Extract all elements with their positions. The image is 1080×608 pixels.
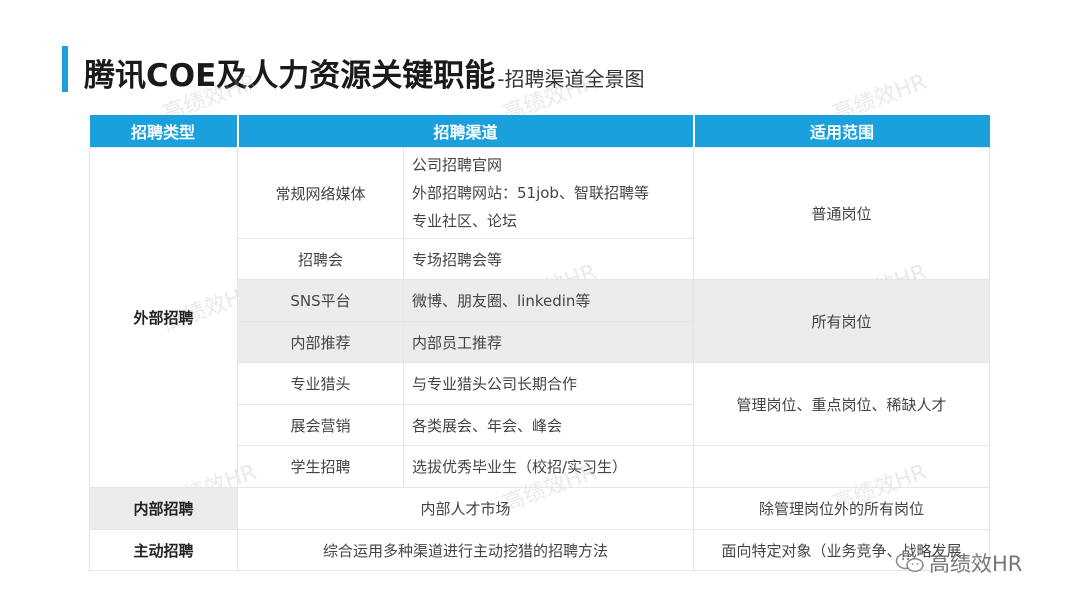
channel-name: 内部推荐 xyxy=(237,321,404,363)
type-cell-internal: 内部招聘 xyxy=(89,487,238,530)
channel-details: 微博、朋友圈、linkedin等 xyxy=(402,279,695,322)
scope-cell: 所有岗位 xyxy=(693,279,991,363)
header-channel: 招聘渠道 xyxy=(237,115,695,148)
title-accent-bar xyxy=(62,46,68,92)
scope-cell: 普通岗位 xyxy=(693,147,991,280)
table-row: 外部招聘 常规网络媒体 公司招聘官网 外部招聘网站：51job、智联招聘等 专业… xyxy=(89,147,991,488)
channel-details: 各类展会、年会、峰会 xyxy=(402,404,695,446)
table-row: 主动招聘 综合运用多种渠道进行主动挖猎的招聘方法 面向特定对象（业务竞争、战略发… xyxy=(89,529,991,571)
channel-details: 专场招聘会等 xyxy=(402,238,695,280)
header-type: 招聘类型 xyxy=(89,115,239,148)
channel-name: SNS平台 xyxy=(237,279,404,322)
table-row: 内部招聘 内部人才市场 除管理岗位外的所有岗位 xyxy=(89,487,991,530)
channel-internal: 内部人才市场 xyxy=(236,487,695,530)
detail-line: 公司招聘官网 xyxy=(412,156,503,174)
header-scope: 适用范围 xyxy=(693,115,990,148)
footer-brand: 高绩效HR xyxy=(895,548,1022,578)
detail-line: 专业社区、论坛 xyxy=(412,212,518,230)
table-header-row: 招聘类型 招聘渠道 适用范围 xyxy=(89,115,990,148)
channel-details: 内部员工推荐 xyxy=(402,321,695,363)
recruitment-channel-table: 招聘类型 招聘渠道 适用范围 外部招聘 常规网络媒体 公司招聘官网 外部招聘网站… xyxy=(89,115,991,571)
scope-cell: 管理岗位、重点岗位、稀缺人才 xyxy=(693,362,991,446)
channel-name: 学生招聘 xyxy=(237,445,404,488)
channel-name: 招聘会 xyxy=(237,238,404,280)
channel-details: 与专业猎头公司长期合作 xyxy=(402,362,695,405)
detail-line: 外部招聘网站：51job、智联招聘等 xyxy=(412,184,649,202)
scope-cell-empty xyxy=(693,445,991,488)
channel-name: 常规网络媒体 xyxy=(237,147,404,239)
type-cell-active: 主动招聘 xyxy=(89,529,238,571)
channel-details: 选拔优秀毕业生（校招/实习生） xyxy=(402,445,695,488)
channel-name: 展会营销 xyxy=(237,404,404,446)
wechat-icon xyxy=(895,552,924,573)
title-subtitle: -招聘渠道全景图 xyxy=(497,67,645,91)
footer-brand-text: 高绩效HR xyxy=(929,552,1023,576)
channel-name: 专业猎头 xyxy=(237,362,404,405)
page-title: 腾讯COE及人力资源关键职能 -招聘渠道全景图 xyxy=(84,50,645,95)
channel-details: 公司招聘官网 外部招聘网站：51job、智联招聘等 专业社区、论坛 xyxy=(402,147,695,239)
type-cell-external: 外部招聘 xyxy=(89,147,238,488)
channel-active: 综合运用多种渠道进行主动挖猎的招聘方法 xyxy=(236,529,695,571)
title-main: 腾讯COE及人力资源关键职能 xyxy=(84,58,496,94)
scope-internal: 除管理岗位外的所有岗位 xyxy=(693,487,991,530)
